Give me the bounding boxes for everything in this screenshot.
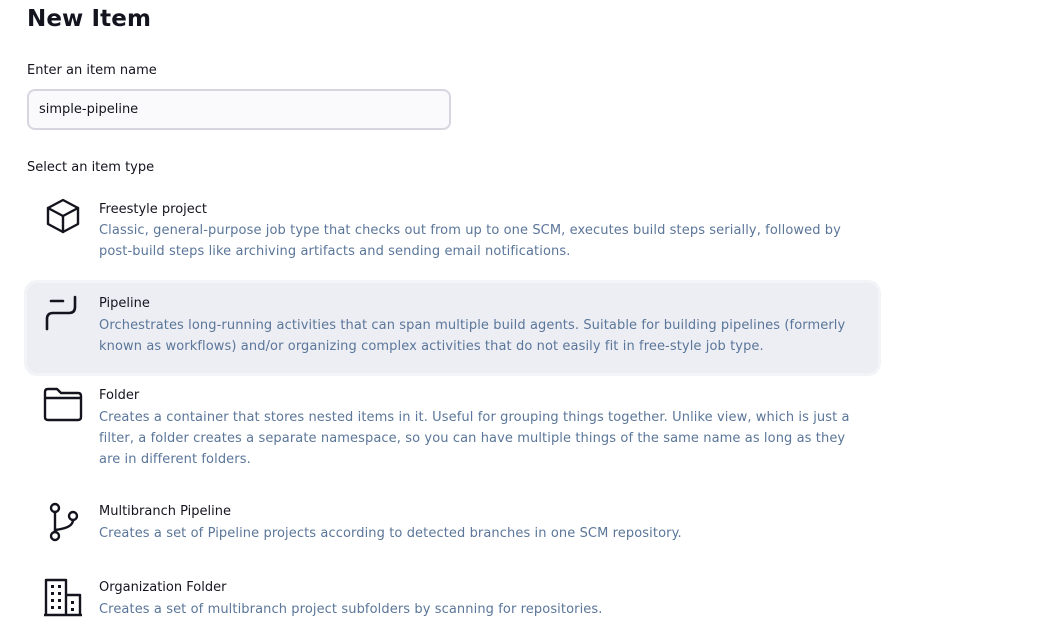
item-name-input[interactable] — [27, 89, 451, 130]
folder-icon — [43, 384, 83, 424]
item-type-description: Classic, general-purpose job type that c… — [99, 223, 841, 259]
item-type-folder[interactable]: Folder Creates a container that stores n… — [27, 380, 878, 480]
item-type-description: Orchestrates long-running activities tha… — [99, 318, 846, 354]
item-type-title: Multibranch Pipeline — [99, 504, 231, 519]
building-icon — [43, 577, 83, 617]
page-title: New Item — [27, 6, 152, 32]
item-type-title: Organization Folder — [99, 580, 227, 595]
item-type-pipeline[interactable]: Pipeline Orchestrates long-running activ… — [27, 283, 878, 373]
item-type-multibranch-pipeline[interactable]: Multibranch Pipeline Creates a set of Pi… — [27, 496, 878, 558]
item-name-label: Enter an item name — [27, 63, 157, 78]
item-type-description: Creates a set of multibranch project sub… — [99, 602, 603, 617]
item-type-freestyle-project[interactable]: Freestyle project Classic, general-purpo… — [27, 190, 878, 272]
item-type-description: Creates a container that stores nested i… — [99, 410, 850, 467]
item-type-organization-folder[interactable]: Organization Folder Creates a set of mul… — [27, 571, 878, 631]
item-type-title: Folder — [99, 388, 140, 403]
branch-icon — [43, 502, 83, 542]
cube-icon — [43, 196, 83, 236]
item-type-title: Freestyle project — [99, 202, 208, 217]
item-type-label: Select an item type — [27, 160, 155, 175]
item-type-description: Creates a set of Pipeline projects accor… — [99, 526, 682, 541]
item-type-title: Pipeline — [99, 296, 150, 311]
pipeline-icon — [43, 295, 83, 335]
